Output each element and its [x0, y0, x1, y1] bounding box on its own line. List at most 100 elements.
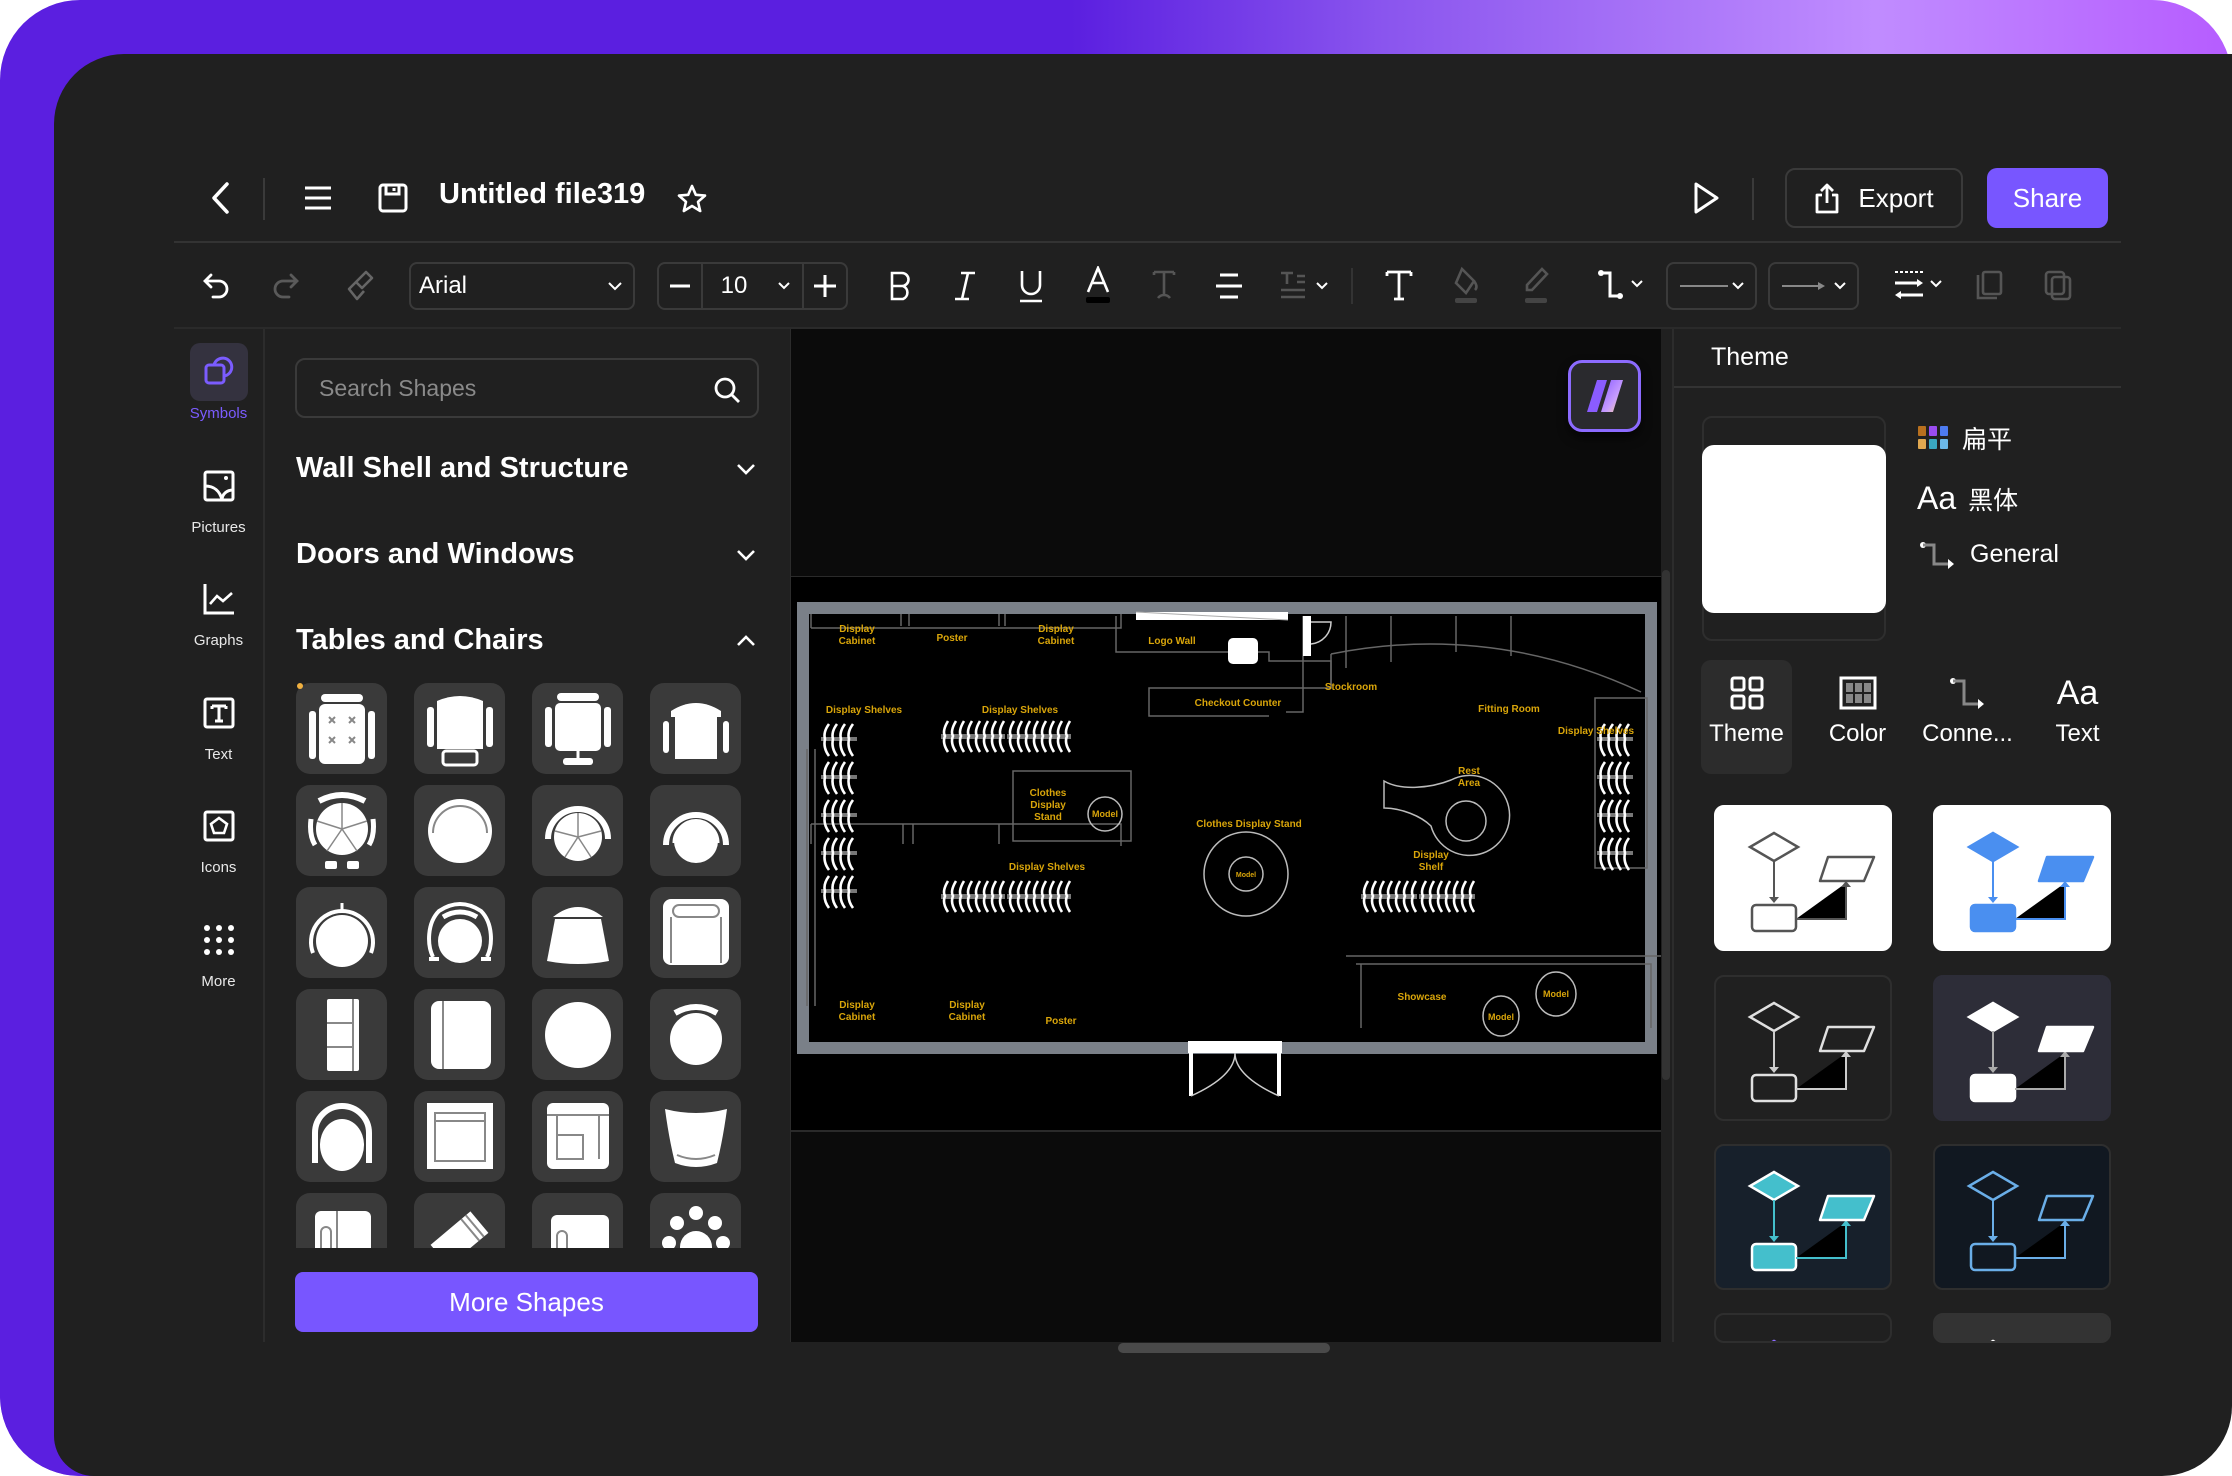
- theme-card[interactable]: [1714, 1313, 1892, 1343]
- section-tables-chairs[interactable]: Tables and Chairs: [296, 624, 756, 657]
- theme-card[interactable]: [1714, 975, 1892, 1121]
- font-size-increase-button[interactable]: [802, 264, 846, 308]
- theme-card[interactable]: [1714, 1144, 1892, 1290]
- shape-tile-bucket-chair[interactable]: [650, 1091, 741, 1182]
- font-color-button[interactable]: [1080, 264, 1116, 306]
- shape-tile-arched-chair[interactable]: [296, 1091, 387, 1182]
- shape-tile-recliner[interactable]: [296, 1193, 387, 1248]
- align-center-icon: [1216, 273, 1242, 299]
- tab-theme[interactable]: Theme: [1701, 660, 1792, 774]
- arrow-style-select[interactable]: [1768, 262, 1859, 310]
- shape-search-field[interactable]: [295, 358, 759, 418]
- shape-tile-stool[interactable]: [650, 989, 741, 1080]
- theme-connector-row[interactable]: General: [1918, 540, 2059, 569]
- bold-button[interactable]: [882, 266, 918, 306]
- underline-button[interactable]: [1013, 266, 1049, 306]
- theme-card[interactable]: [1933, 975, 2111, 1121]
- bring-front-button[interactable]: [1970, 264, 2010, 306]
- shape-tile-round-chair[interactable]: [414, 785, 505, 876]
- section-wall-shell[interactable]: Wall Shell and Structure: [296, 452, 756, 485]
- menu-button[interactable]: [298, 178, 338, 218]
- shape-tile-tufted-armchair[interactable]: [296, 683, 387, 774]
- back-button[interactable]: [200, 176, 240, 220]
- ai-assistant-button[interactable]: [1568, 360, 1641, 432]
- line-color-button[interactable]: [1516, 264, 1556, 306]
- shape-tile-angled-sofa[interactable]: [414, 1193, 505, 1248]
- file-title[interactable]: Untitled file319: [439, 178, 645, 211]
- shape-tile-shell-chair[interactable]: [532, 887, 623, 978]
- share-button[interactable]: Share: [1987, 168, 2108, 228]
- plan-label-poster: Poster: [936, 633, 967, 644]
- shape-tile-ornate-chair[interactable]: [414, 887, 505, 978]
- rail-item-pictures[interactable]: Pictures: [174, 457, 263, 536]
- fill-button[interactable]: [1446, 264, 1486, 306]
- theme-card[interactable]: [1714, 805, 1892, 951]
- floor-plan[interactable]: Display Cabinet Poster Display Cabinet Log…: [791, 576, 1661, 1460]
- shape-search-input[interactable]: [319, 374, 699, 402]
- plan-label-display-cabinet: Display Cabinet: [839, 1000, 876, 1023]
- rail-item-symbols[interactable]: Symbols: [174, 343, 263, 422]
- redo-button[interactable]: [268, 268, 304, 304]
- undo-button[interactable]: [198, 268, 234, 304]
- line-style-select[interactable]: [1666, 262, 1757, 310]
- theme-card[interactable]: [1933, 805, 2111, 951]
- plan-label-model: Model: [1488, 1012, 1514, 1022]
- rail-label: Graphs: [193, 632, 244, 649]
- theme-font-row[interactable]: Aa 黑体: [1917, 480, 2018, 517]
- connector-style-button[interactable]: [1595, 264, 1649, 306]
- shape-tile-bench[interactable]: [414, 989, 505, 1080]
- shape-tile-round-wheel-chair[interactable]: [532, 785, 623, 876]
- font-size-value[interactable]: 10: [703, 264, 765, 308]
- plan-label-stockroom: Stockroom: [1325, 682, 1377, 693]
- vertical-scrollbar[interactable]: [1662, 570, 1670, 1080]
- line-spacing-button[interactable]: [1276, 266, 1336, 306]
- font-family-select[interactable]: Arial: [409, 262, 635, 310]
- plan-label-display-shelves: Display Shelves: [1558, 726, 1635, 737]
- tab-connector[interactable]: Conne...: [1922, 660, 2013, 774]
- favorite-button[interactable]: [672, 179, 712, 219]
- more-shapes-button[interactable]: More Shapes: [295, 1272, 758, 1332]
- shape-tile-side-chair[interactable]: [532, 1193, 623, 1248]
- align-button[interactable]: [1211, 266, 1247, 306]
- shape-tile-tub-chair[interactable]: [650, 785, 741, 876]
- rail-item-more[interactable]: More: [174, 911, 263, 990]
- chevron-down-icon[interactable]: [777, 281, 791, 291]
- save-button[interactable]: [373, 178, 413, 218]
- send-back-button[interactable]: [2038, 264, 2078, 306]
- chevron-down-icon: [608, 282, 622, 291]
- shape-tile-lounge-chair[interactable]: [650, 887, 741, 978]
- shape-tile-square-armchair[interactable]: [414, 1091, 505, 1182]
- tab-text[interactable]: Aa Text: [2032, 660, 2123, 774]
- shape-tile-wheel-chair[interactable]: [296, 785, 387, 876]
- shape-tile-ring-chair[interactable]: [296, 887, 387, 978]
- shape-tile-swivel-chair[interactable]: [532, 683, 623, 774]
- theme-style-row[interactable]: 扁平: [1918, 420, 2012, 456]
- shape-tile-arm-chair[interactable]: [650, 683, 741, 774]
- shape-tile-round-table[interactable]: [532, 989, 623, 1080]
- section-doors-windows[interactable]: Doors and Windows: [296, 538, 756, 571]
- search-icon[interactable]: [713, 376, 741, 404]
- theme-card[interactable]: [1933, 1313, 2111, 1343]
- line-spacing-icon: [1281, 271, 1328, 299]
- chevron-up-icon: [737, 634, 755, 646]
- play-button[interactable]: [1686, 176, 1726, 220]
- font-size-decrease-button[interactable]: [659, 264, 703, 308]
- text-tool-button[interactable]: [1379, 264, 1419, 306]
- pictures-icon: [190, 457, 248, 515]
- rail-item-text[interactable]: Text: [174, 684, 263, 763]
- rail-item-icons[interactable]: Icons: [174, 797, 263, 876]
- shape-tile-dining-set[interactable]: [650, 1193, 741, 1248]
- shape-tile-office-chair[interactable]: [414, 683, 505, 774]
- italic-button[interactable]: [947, 266, 983, 306]
- export-button[interactable]: Export: [1785, 168, 1963, 228]
- format-painter-button[interactable]: [340, 266, 380, 306]
- horizontal-scrollbar[interactable]: [1118, 1343, 1330, 1353]
- drawing-canvas[interactable]: Display Cabinet Poster Display Cabinet Log…: [791, 329, 1661, 1342]
- theme-card[interactable]: [1933, 1144, 2111, 1290]
- rail-item-graphs[interactable]: Graphs: [174, 570, 263, 649]
- line-weight-button[interactable]: [1893, 264, 1949, 306]
- tab-color[interactable]: Color: [1812, 660, 1903, 774]
- text-background-button[interactable]: [1146, 264, 1182, 306]
- shape-tile-chaise[interactable]: [532, 1091, 623, 1182]
- shape-tile-sofa-side[interactable]: [296, 989, 387, 1080]
